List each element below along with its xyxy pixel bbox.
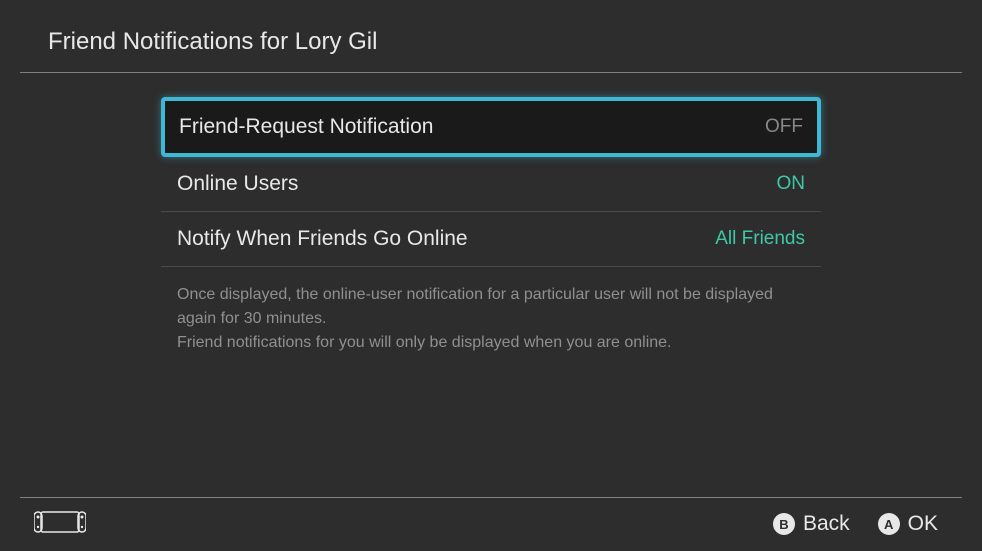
b-button-icon: B <box>773 513 795 535</box>
setting-online-users[interactable]: Online Users ON <box>161 157 821 212</box>
setting-label: Notify When Friends Go Online <box>177 227 468 251</box>
back-button[interactable]: B Back <box>773 512 850 536</box>
page-header: Friend Notifications for Lory Gil <box>0 0 982 72</box>
setting-label: Online Users <box>177 172 298 196</box>
controller-icon <box>34 511 86 538</box>
help-text: Once displayed, the online-user notifica… <box>161 267 821 355</box>
settings-list: Friend-Request Notification OFF Online U… <box>161 97 821 355</box>
page-title: Friend Notifications for Lory Gil <box>48 28 934 56</box>
help-text-line: Once displayed, the online-user notifica… <box>177 283 805 331</box>
footer-divider <box>20 497 962 498</box>
footer-actions: B Back A OK <box>773 512 938 536</box>
setting-value: OFF <box>765 116 803 138</box>
help-text-line: Friend notifications for you will only b… <box>177 331 805 355</box>
setting-value: All Friends <box>715 228 805 250</box>
setting-label: Friend-Request Notification <box>179 115 433 139</box>
a-button-icon: A <box>878 513 900 535</box>
setting-friend-request-notification[interactable]: Friend-Request Notification OFF <box>161 97 821 157</box>
setting-notify-when-friends-go-online[interactable]: Notify When Friends Go Online All Friend… <box>161 212 821 267</box>
footer-bar: B Back A OK <box>0 497 982 551</box>
back-label: Back <box>803 512 850 536</box>
ok-button[interactable]: A OK <box>878 512 938 536</box>
setting-value: ON <box>777 173 806 195</box>
content-area: Friend-Request Notification OFF Online U… <box>0 73 982 355</box>
ok-label: OK <box>908 512 938 536</box>
